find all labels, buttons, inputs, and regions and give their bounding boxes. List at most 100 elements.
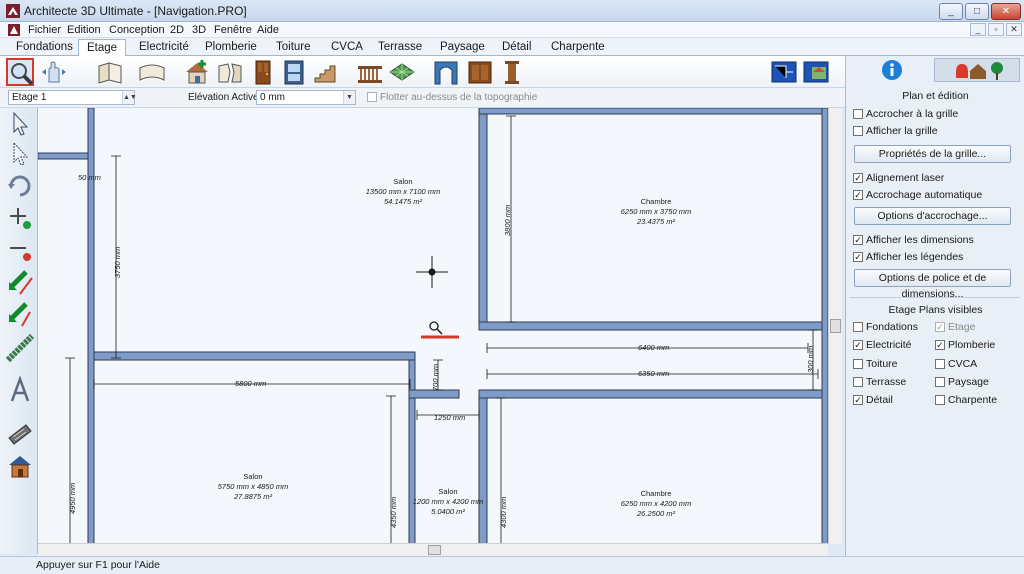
rotate-tool-button[interactable] — [6, 172, 34, 200]
tab-toiture[interactable]: Toiture — [268, 39, 319, 56]
curved-wall-tool-button[interactable] — [138, 58, 166, 86]
column-tool-button[interactable] — [498, 58, 526, 86]
dim-label: 50 mm — [78, 173, 101, 182]
maximize-button[interactable]: □ — [965, 3, 989, 20]
film-strip-icon — [8, 424, 32, 445]
show-legends-label: Afficher les légendes — [866, 251, 964, 263]
updown-icon: ▲▼ — [122, 91, 137, 104]
level-select[interactable]: Etage 1 ▲▼ — [8, 90, 137, 105]
layer-plomberie-checkbox[interactable]: ✓ — [935, 340, 945, 350]
layer-etage-label: Etage — [948, 321, 976, 333]
elevation-input[interactable]: 0 mm ▼ — [256, 90, 356, 105]
stairs-tool-button[interactable] — [312, 58, 340, 86]
menu-fenetre[interactable]: Fenêtre — [214, 24, 252, 36]
layer-toiture-checkbox[interactable] — [853, 359, 863, 369]
menu-fichier[interactable]: Fichier — [28, 24, 61, 36]
select-tool-button[interactable] — [6, 110, 34, 138]
tab-plomberie[interactable]: Plomberie — [197, 39, 265, 56]
tab-charpente[interactable]: Charpente — [543, 39, 613, 56]
cabinet-tool-button[interactable] — [466, 58, 494, 86]
menu-3d[interactable]: 3D — [192, 24, 206, 36]
show-grid-label: Afficher la grille — [866, 125, 938, 137]
room-tool-button[interactable] — [183, 58, 211, 86]
tab-electricite[interactable]: Electricité — [131, 39, 197, 56]
vertical-scroll-thumb[interactable] — [830, 319, 841, 333]
horizontal-scrollbar[interactable] — [38, 543, 828, 556]
3d-view-button[interactable] — [802, 58, 830, 86]
layer-electricite-checkbox[interactable]: ✓ — [853, 340, 863, 350]
join-line-tool-button[interactable] — [6, 300, 34, 328]
font-options-button[interactable]: Options de police et de dimensions... — [854, 269, 1011, 300]
layer-charpente-checkbox[interactable] — [935, 395, 945, 405]
break-line-tool-button[interactable] — [6, 268, 34, 296]
pan-tool-button[interactable] — [40, 58, 68, 86]
show-dims-checkbox[interactable]: ✓ — [853, 235, 863, 245]
floor-plan: 50 mm 3750 mm 3800 mm 6400 mm 6350 mm 58… — [38, 108, 828, 544]
fence-tool-button[interactable] — [5, 333, 35, 363]
add-point-icon — [10, 208, 31, 229]
tab-terrasse[interactable]: Terrasse — [370, 39, 430, 56]
minimize-button[interactable]: _ — [939, 3, 963, 20]
level-select-value: Etage 1 — [12, 92, 47, 103]
status-bar: Appuyer sur F1 pour l'Aide — [0, 556, 1024, 574]
tab-fondations[interactable]: Fondations — [8, 39, 81, 56]
layer-terrasse-label: Terrasse — [866, 376, 907, 388]
zoom-tool-button[interactable] — [6, 58, 34, 86]
snap-options-button[interactable]: Options d'accrochage... — [854, 207, 1011, 225]
walls — [38, 108, 828, 544]
house-view-icon — [803, 61, 829, 83]
railing-tool-button[interactable] — [356, 58, 384, 86]
window-title: Architecte 3D Ultimate - [Navigation.PRO… — [24, 4, 247, 18]
delete-point-tool-button[interactable] — [6, 236, 34, 264]
room-area: 5.0400 m² — [431, 507, 465, 516]
break-wall-tool-button[interactable] — [216, 58, 244, 86]
menu-2d[interactable]: 2D — [170, 24, 184, 36]
layer-paysage-checkbox[interactable] — [935, 377, 945, 387]
dim-label: 4950 mm — [68, 483, 77, 514]
horizontal-scroll-thumb[interactable] — [428, 545, 441, 555]
camera-tool-button[interactable] — [6, 420, 34, 448]
wall-tool-button[interactable] — [96, 58, 124, 86]
window-tool-button[interactable] — [280, 58, 308, 86]
show-legends-checkbox[interactable]: ✓ — [853, 252, 863, 262]
floor-tool-button[interactable] — [388, 58, 416, 86]
opening-tool-button[interactable] — [432, 58, 460, 86]
plan-canvas[interactable]: 50 mm 3750 mm 3800 mm 6400 mm 6350 mm 58… — [38, 108, 828, 544]
layer-toiture-label: Toiture — [866, 358, 898, 370]
grid-properties-button[interactable]: Propriétés de la grille... — [854, 145, 1011, 163]
tab-detail[interactable]: Détail — [494, 39, 539, 56]
tab-cvca[interactable]: CVCA — [323, 39, 371, 56]
room-area: 27.8875 m² — [233, 492, 272, 501]
mdi-close-button[interactable]: ✕ — [1006, 23, 1022, 36]
show-grid-checkbox[interactable] — [853, 126, 863, 136]
text-tool-button[interactable] — [6, 375, 34, 404]
layer-terrasse-checkbox[interactable] — [853, 377, 863, 387]
tab-paysage[interactable]: Paysage — [432, 39, 493, 56]
float-checkbox[interactable] — [367, 92, 377, 102]
tab-library[interactable] — [934, 58, 1020, 82]
tab-etage[interactable]: Etage — [78, 39, 127, 56]
vertical-scrollbar[interactable] — [828, 108, 842, 544]
plan-view-button[interactable] — [770, 58, 798, 86]
add-point-tool-button[interactable] — [6, 204, 34, 232]
auto-snap-checkbox[interactable]: ✓ — [853, 190, 863, 200]
mdi-minimize-button[interactable]: _ — [970, 23, 986, 36]
close-button[interactable]: ✕ — [991, 3, 1021, 20]
layer-detail-label: Détail — [866, 394, 893, 406]
laser-checkbox[interactable]: ✓ — [853, 173, 863, 183]
elevation-value: 0 mm — [260, 92, 285, 103]
multi-select-tool-button[interactable] — [6, 140, 34, 168]
mdi-restore-button[interactable]: ▫ — [988, 23, 1004, 36]
layer-fondations-checkbox[interactable] — [853, 322, 863, 332]
room-dims: 6250 mm x 3750 mm — [621, 207, 691, 216]
tab-info[interactable] — [850, 58, 934, 82]
house-wizard-button[interactable] — [6, 452, 34, 480]
menu-conception[interactable]: Conception — [109, 24, 165, 36]
snap-grid-checkbox[interactable] — [853, 109, 863, 119]
room-name: Salon — [393, 177, 412, 186]
layer-cvca-checkbox[interactable] — [935, 359, 945, 369]
menu-aide[interactable]: Aide — [257, 24, 279, 36]
layer-detail-checkbox[interactable]: ✓ — [853, 395, 863, 405]
door-tool-button[interactable] — [249, 58, 277, 86]
menu-edition[interactable]: Edition — [67, 24, 101, 36]
